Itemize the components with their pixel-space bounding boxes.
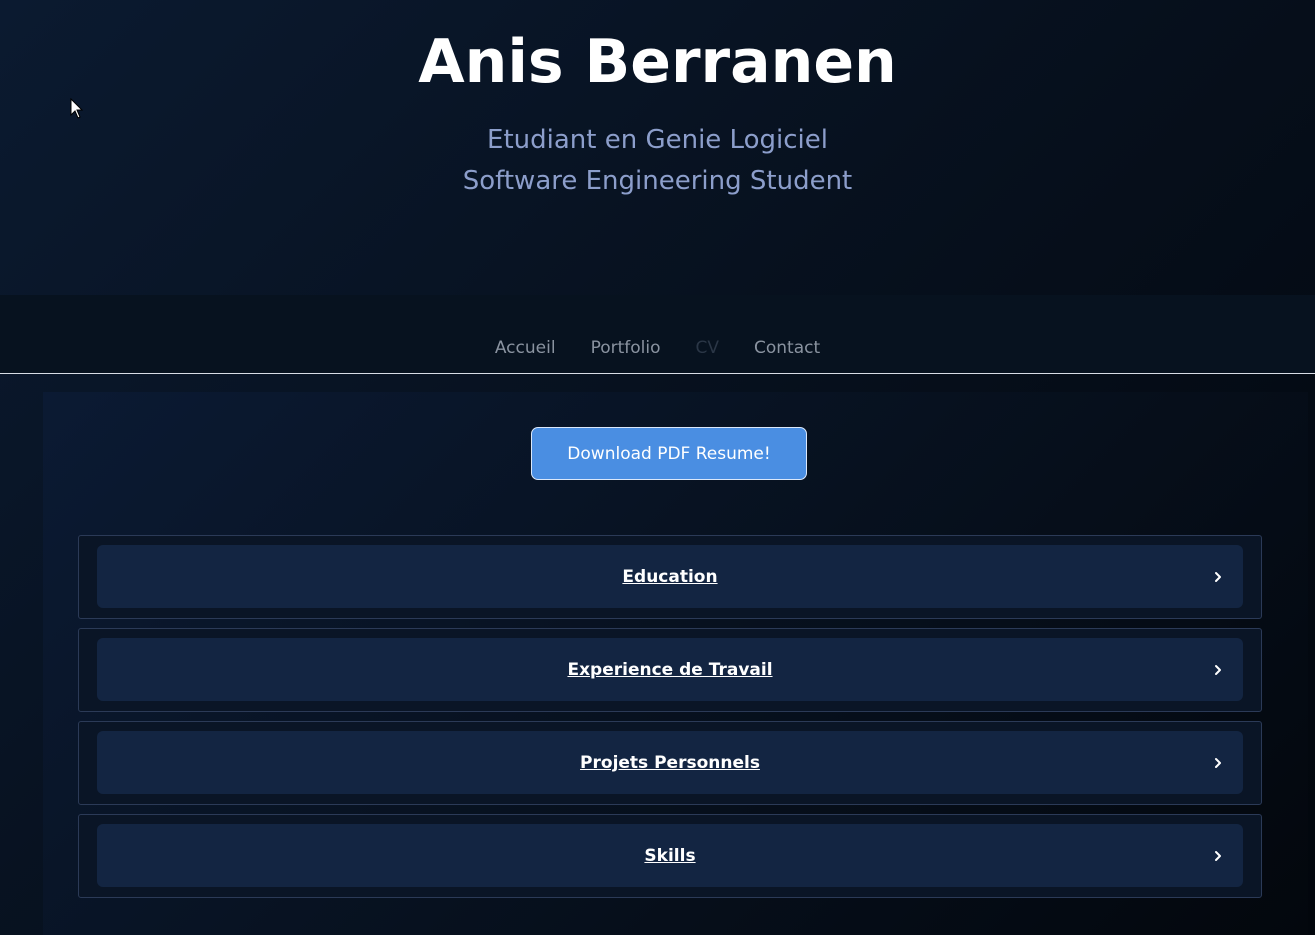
section-title: Skills bbox=[644, 845, 696, 866]
nav-link-accueil[interactable]: Accueil bbox=[495, 338, 556, 358]
chevron-right-icon bbox=[1215, 571, 1221, 582]
page-title: Anis Berranen bbox=[418, 27, 897, 97]
chevron-right-icon bbox=[1215, 757, 1221, 768]
section-title: Projets Personnels bbox=[580, 752, 760, 773]
download-pdf-resume-button[interactable]: Download PDF Resume! bbox=[531, 427, 807, 480]
chevron-right-icon bbox=[1215, 850, 1221, 861]
section-header-projets[interactable]: Projets Personnels bbox=[97, 731, 1243, 794]
nav-link-portfolio[interactable]: Portfolio bbox=[591, 338, 661, 358]
main-nav: Accueil Portfolio CV Contact bbox=[0, 295, 1315, 374]
subtitle-french: Etudiant en Genie Logiciel bbox=[487, 125, 828, 155]
nav-link-contact[interactable]: Contact bbox=[754, 338, 820, 358]
chevron-right-icon bbox=[1215, 664, 1221, 675]
section-education: Education bbox=[78, 535, 1262, 619]
subtitle-english: Software Engineering Student bbox=[462, 166, 853, 196]
cv-sections: Education Experience de Travail Projets … bbox=[78, 535, 1262, 907]
section-skills: Skills bbox=[78, 814, 1262, 898]
nav-links: Accueil Portfolio CV Contact bbox=[0, 338, 1315, 358]
section-projets: Projets Personnels bbox=[78, 721, 1262, 805]
mouse-cursor-icon bbox=[70, 98, 84, 119]
section-header-experience[interactable]: Experience de Travail bbox=[97, 638, 1243, 701]
section-header-skills[interactable]: Skills bbox=[97, 824, 1243, 887]
section-header-education[interactable]: Education bbox=[97, 545, 1243, 608]
section-experience: Experience de Travail bbox=[78, 628, 1262, 712]
page-header: Anis Berranen Etudiant en Genie Logiciel… bbox=[0, 0, 1315, 295]
section-title: Experience de Travail bbox=[567, 659, 773, 680]
nav-link-cv[interactable]: CV bbox=[696, 338, 720, 358]
cv-panel: Download PDF Resume! Education Experienc… bbox=[43, 392, 1308, 935]
section-title: Education bbox=[622, 566, 718, 587]
